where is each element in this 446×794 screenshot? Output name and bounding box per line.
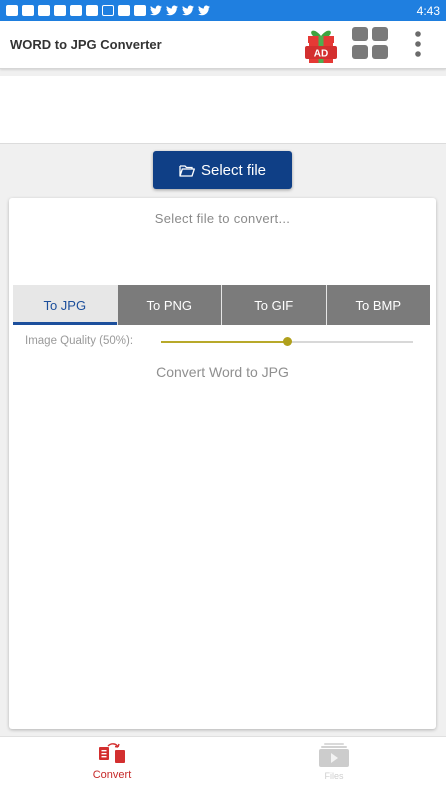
files-icon: [319, 743, 349, 767]
nav-files[interactable]: Files: [310, 743, 358, 781]
tab-to-jpg[interactable]: To JPG: [13, 285, 118, 325]
status-icons: [6, 5, 210, 16]
convert-icon: [99, 743, 125, 763]
select-file-hint: Select file to convert...: [154, 211, 291, 226]
app-title: WORD to JPG Converter: [10, 37, 162, 52]
slider-fill: [161, 341, 287, 343]
grid-view-icon[interactable]: [352, 27, 388, 59]
square-icon: [54, 5, 66, 16]
twitter-icon: [150, 5, 162, 16]
bluetooth-icon: [38, 5, 50, 16]
status-bar: 4:43: [0, 0, 446, 21]
square-icon: [70, 5, 82, 16]
nav-convert[interactable]: Convert: [82, 743, 142, 781]
bottom-navigation: Convert Files: [0, 736, 446, 794]
bluetooth-icon: [22, 5, 34, 16]
twitter-icon: [198, 5, 210, 16]
facebook-icon: [118, 5, 130, 16]
folder-open-icon: [179, 164, 195, 177]
ad-badge-text: AD: [314, 49, 328, 60]
tab-to-gif[interactable]: To GIF: [222, 285, 327, 325]
square-icon: [86, 5, 98, 16]
image-quality-label: Image Quality (50%):: [25, 335, 134, 347]
twitter-icon: [182, 5, 194, 16]
format-tabs: To JPG To PNG To GIF To BMP: [13, 285, 430, 325]
bluetooth-icon: [6, 5, 18, 16]
tab-to-png[interactable]: To PNG: [117, 285, 222, 325]
gift-ad-icon[interactable]: AD: [304, 27, 338, 65]
select-file-label: Select file: [200, 161, 267, 179]
file-icon: [134, 5, 146, 16]
slider-thumb[interactable]: [283, 337, 292, 346]
image-quality-slider[interactable]: [161, 337, 413, 346]
convert-word-to-jpg-label[interactable]: Convert Word to JPG: [9, 364, 436, 380]
nav-files-label: Files: [324, 771, 344, 781]
ad-banner-area: [0, 76, 446, 144]
select-file-button[interactable]: Select file: [153, 151, 292, 189]
converter-card: Select file to convert... To JPG To PNG …: [9, 198, 436, 729]
tab-to-bmp[interactable]: To BMP: [326, 285, 430, 325]
outline-square-icon: [102, 5, 114, 16]
app-bar: WORD to JPG Converter AD: [0, 21, 446, 69]
twitter-icon: [166, 5, 178, 16]
nav-convert-label: Convert: [92, 769, 132, 781]
more-options-icon[interactable]: [412, 29, 424, 59]
status-time: 4:43: [416, 3, 440, 18]
